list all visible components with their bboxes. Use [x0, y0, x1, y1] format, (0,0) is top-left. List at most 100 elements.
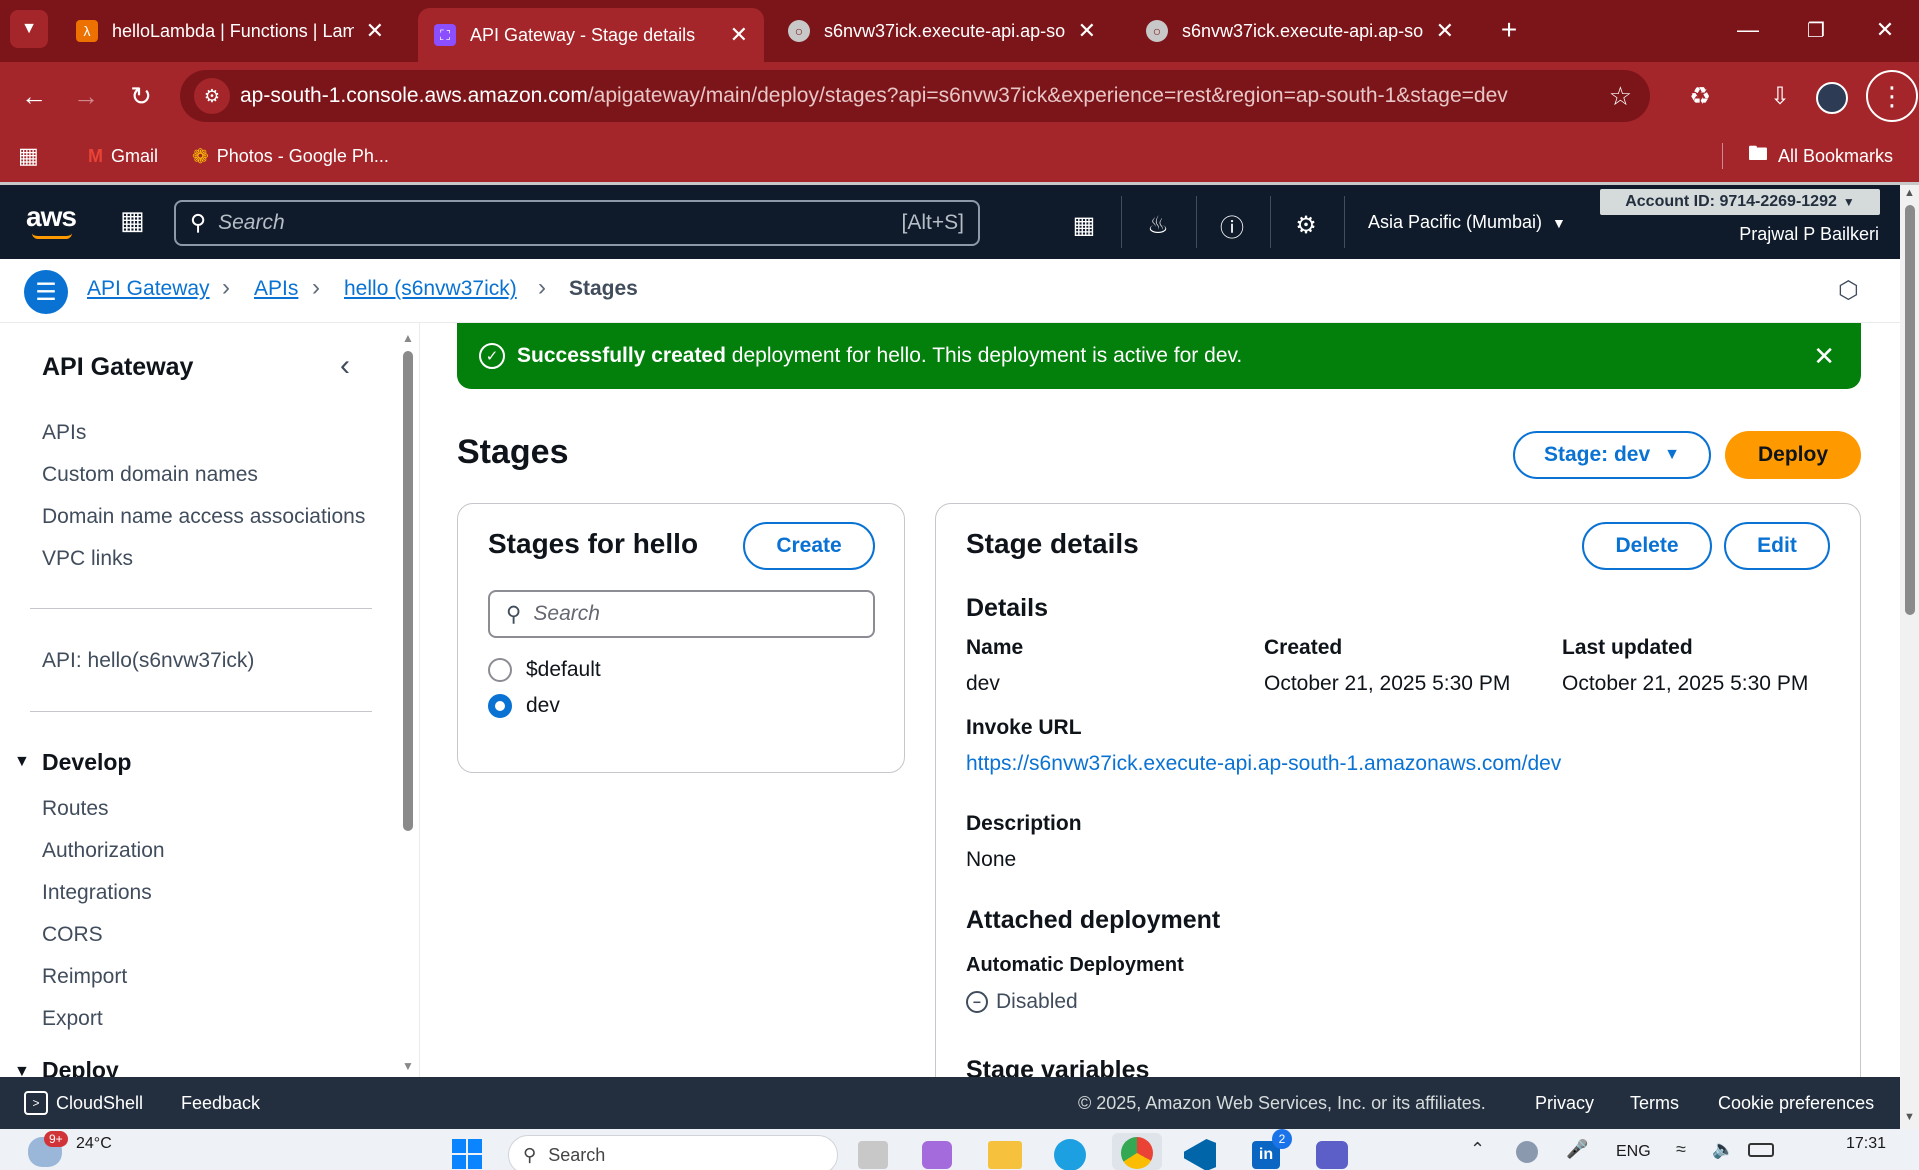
cookie-preferences-link[interactable]: Cookie preferences	[1718, 1093, 1874, 1114]
account-id-badge[interactable]: Account ID: 9714-2269-1292 ▼	[1600, 189, 1880, 215]
tab-search-button[interactable]: ▼	[10, 10, 48, 48]
sidebar-item-integrations[interactable]: Integrations	[42, 881, 152, 905]
site-info-icon[interactable]: ⚙	[194, 78, 230, 114]
delete-stage-button[interactable]: Delete	[1582, 522, 1712, 570]
chevron-up-icon[interactable]: ⌃	[1470, 1139, 1485, 1160]
help-icon[interactable]: ⓘ	[1214, 207, 1250, 243]
close-icon[interactable]: ✕	[730, 22, 748, 48]
sidebar-item-authorization[interactable]: Authorization	[42, 839, 165, 863]
extensions-icon[interactable]: ♻	[1680, 76, 1720, 116]
scroll-up-arrow[interactable]: ▲	[1904, 187, 1915, 199]
menu-hamburger-icon[interactable]: ☰	[24, 270, 68, 314]
breadcrumb-api-gateway[interactable]: API Gateway	[87, 277, 210, 301]
tab-lambda[interactable]: λ helloLambda | Functions | Lamb ✕	[60, 8, 400, 54]
bookmark-photos[interactable]: ❁ Photos - Google Ph...	[192, 130, 389, 182]
user-name[interactable]: Prajwal P Bailkeri	[1739, 224, 1879, 245]
new-tab-button[interactable]: +	[1489, 12, 1529, 48]
clock-time[interactable]: 17:31	[1846, 1135, 1886, 1153]
tab-api-gateway[interactable]: ⛶ API Gateway - Stage details ✕	[418, 8, 764, 62]
sidebar-item-vpc-links[interactable]: VPC links	[42, 547, 133, 571]
restore-button[interactable]: ❐	[1796, 12, 1836, 48]
create-stage-button[interactable]: Create	[743, 522, 875, 570]
file-explorer-icon[interactable]	[858, 1141, 888, 1169]
breadcrumb-hello-api[interactable]: hello (s6nvw37ick)	[344, 277, 517, 301]
settings-gear-icon[interactable]: ⚙	[1288, 207, 1324, 243]
edit-stage-button[interactable]: Edit	[1724, 522, 1830, 570]
address-bar[interactable]: ⚙ ap-south-1.console.aws.amazon.com/apig…	[180, 70, 1650, 122]
wifi-icon[interactable]: ≈	[1676, 1139, 1686, 1160]
sidebar-item-export[interactable]: Export	[42, 1007, 103, 1031]
back-button[interactable]: ←	[14, 76, 54, 116]
terms-link[interactable]: Terms	[1630, 1093, 1679, 1114]
battery-icon[interactable]	[1748, 1143, 1774, 1157]
services-grid-icon[interactable]: ▦	[120, 205, 145, 236]
stage-search-input[interactable]: ⚲ Search	[488, 590, 875, 638]
url-host: ap-south-1.console.aws.amazon.com	[240, 84, 588, 107]
close-icon[interactable]: ✕	[1813, 341, 1835, 372]
sidebar-item-cors[interactable]: CORS	[42, 923, 103, 947]
volume-icon[interactable]: 🔈	[1712, 1139, 1734, 1160]
breadcrumb-apis[interactable]: APIs	[254, 277, 298, 301]
copilot-icon[interactable]	[922, 1141, 952, 1169]
profile-avatar[interactable]	[1816, 82, 1848, 114]
tab-execute-api-1[interactable]: ○ s6nvw37ick.execute-api.ap-sout ✕	[772, 8, 1112, 54]
radio-checked[interactable]	[488, 694, 512, 718]
info-panel-icon[interactable]: ⬡	[1838, 276, 1859, 305]
sidebar-scrollbar-thumb[interactable]	[403, 351, 413, 831]
feedback-link[interactable]: Feedback	[181, 1093, 260, 1114]
chrome-taskbar-slot[interactable]	[1112, 1133, 1162, 1170]
folder-icon[interactable]	[988, 1141, 1022, 1169]
cloudshell-icon[interactable]: ▦	[1066, 207, 1102, 243]
minimize-button[interactable]: —	[1728, 12, 1768, 48]
page-scrollbar[interactable]: ▲ ▼	[1900, 185, 1919, 1129]
invoke-url-link[interactable]: https://s6nvw37ick.execute-api.ap-south-…	[966, 752, 1561, 776]
stage-radio-dev[interactable]: dev	[488, 694, 560, 718]
scroll-down-arrow[interactable]: ▼	[1904, 1111, 1915, 1123]
bookmark-star-icon[interactable]: ☆	[1609, 81, 1632, 112]
all-bookmarks-button[interactable]: 🖿 All Bookmarks	[1748, 130, 1893, 182]
chevron-right-icon: ›	[538, 274, 546, 301]
sidebar-item-apis[interactable]: APIs	[42, 421, 86, 445]
caret-down-icon[interactable]: ▼	[14, 1063, 30, 1077]
browser-menu-icon[interactable]: ⋮	[1866, 70, 1918, 122]
cloudshell-button[interactable]: > CloudShell	[24, 1091, 143, 1115]
language-indicator[interactable]: ENG	[1616, 1143, 1651, 1161]
region-selector[interactable]: Asia Pacific (Mumbai) ▼	[1368, 212, 1566, 233]
sidebar-item-reimport[interactable]: Reimport	[42, 965, 127, 989]
forward-button[interactable]: →	[66, 76, 106, 116]
windows-start-icon[interactable]	[452, 1139, 482, 1169]
stage-select-dropdown[interactable]: Stage: dev ▼	[1513, 431, 1711, 479]
bookmark-gmail[interactable]: M Gmail	[88, 130, 158, 182]
close-icon[interactable]: ✕	[366, 18, 384, 44]
radio-unchecked[interactable]	[488, 658, 512, 682]
sidebar-section-deploy[interactable]: Deploy	[42, 1057, 119, 1077]
edge-browser-icon[interactable]	[1054, 1139, 1086, 1170]
deploy-button[interactable]: Deploy	[1725, 431, 1861, 479]
aws-logo[interactable]: aws	[26, 201, 77, 233]
sidebar-item-domain-access[interactable]: Domain name access associations	[42, 505, 365, 529]
stage-radio-default[interactable]: $default	[488, 658, 601, 682]
scroll-down-arrow[interactable]: ▼	[402, 1059, 414, 1073]
sidebar-section-develop[interactable]: Develop	[42, 749, 131, 776]
vscode-icon[interactable]	[1184, 1139, 1216, 1170]
onedrive-icon[interactable]	[1516, 1141, 1538, 1163]
tab-execute-api-2[interactable]: ○ s6nvw37ick.execute-api.ap-sout ✕	[1130, 8, 1470, 54]
apps-grid-icon[interactable]: ▦	[18, 130, 39, 182]
notifications-bell-icon[interactable]: ♨	[1140, 207, 1176, 243]
aws-search-input[interactable]: ⚲ Search [Alt+S]	[174, 200, 980, 246]
sidebar-item-routes[interactable]: Routes	[42, 797, 109, 821]
download-icon[interactable]: ⇩	[1760, 76, 1800, 116]
microphone-icon[interactable]: 🎤	[1566, 1139, 1588, 1160]
page-scrollbar-thumb[interactable]	[1905, 205, 1915, 615]
collapse-chevron-icon[interactable]: ‹	[340, 349, 350, 383]
reload-button[interactable]: ↻	[121, 76, 161, 116]
caret-down-icon[interactable]: ▼	[14, 753, 30, 771]
close-window-button[interactable]: ✕	[1865, 12, 1905, 48]
sidebar-item-custom-domains[interactable]: Custom domain names	[42, 463, 258, 487]
close-icon[interactable]: ✕	[1436, 18, 1454, 44]
privacy-link[interactable]: Privacy	[1535, 1093, 1594, 1114]
scroll-up-arrow[interactable]: ▲	[402, 331, 414, 345]
teams-icon[interactable]	[1316, 1141, 1348, 1169]
taskbar-search-input[interactable]: ⚲ Search	[508, 1135, 838, 1170]
close-icon[interactable]: ✕	[1078, 18, 1096, 44]
